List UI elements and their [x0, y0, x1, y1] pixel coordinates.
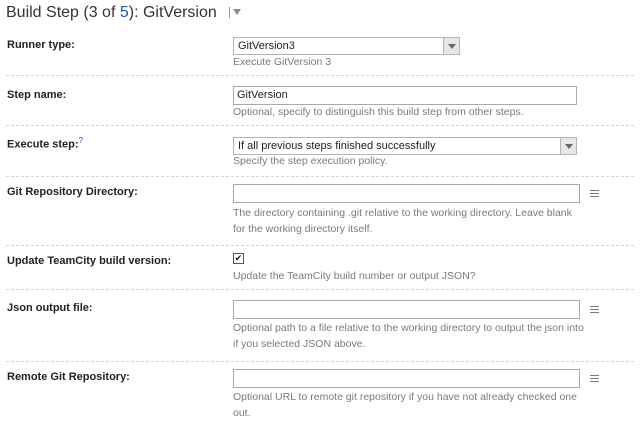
- execute-step-label-text: Execute step:: [7, 138, 79, 151]
- row-divider: [6, 245, 634, 246]
- git-repo-dir-input[interactable]: [233, 184, 580, 203]
- chevron-down-icon[interactable]: [443, 38, 459, 54]
- row-divider: [6, 289, 634, 290]
- update-build-version-checkbox[interactable]: ✔: [233, 253, 244, 264]
- page-title-prefix: Build Step (3 of: [6, 4, 120, 21]
- json-output-hint-line1: Optional path to a file relative to the …: [233, 322, 584, 334]
- execute-step-hint: Specify the step execution policy.: [233, 155, 388, 167]
- runner-type-hint: Execute GitVersion 3: [233, 56, 332, 68]
- runner-type-value: GitVersion3: [238, 40, 295, 52]
- git-repo-dir-hint-line1: The directory containing .git relative t…: [233, 207, 572, 219]
- list-icon[interactable]: [590, 190, 599, 197]
- help-icon[interactable]: ?: [79, 136, 83, 145]
- steps-dropdown-icon[interactable]: [233, 9, 242, 15]
- json-output-input[interactable]: [233, 300, 580, 319]
- chevron-down-icon[interactable]: [560, 138, 576, 154]
- remote-git-repo-input[interactable]: [233, 369, 580, 388]
- row-divider: [6, 176, 634, 177]
- step-name-hint: Optional, specify to distinguish this bu…: [233, 106, 524, 118]
- page-title-suffix: ): GitVersion: [128, 4, 217, 21]
- execute-step-label: Execute step:?: [7, 136, 83, 151]
- update-build-version-hint: Update the TeamCity build number or outp…: [233, 270, 476, 282]
- update-build-version-label: Update TeamCity build version:: [7, 255, 172, 267]
- list-icon[interactable]: [590, 375, 599, 382]
- step-total-link[interactable]: 5: [120, 4, 129, 21]
- git-repo-dir-hint-line2: for the working directory itself.: [233, 223, 373, 235]
- page-title: Build Step (3 of 5): GitVersion: [6, 4, 242, 24]
- step-name-input[interactable]: GitVersion: [233, 86, 577, 105]
- git-repo-dir-label: Git Repository Directory:: [7, 186, 138, 198]
- title-divider: [229, 7, 231, 18]
- step-name-label: Step name:: [7, 89, 67, 101]
- row-divider: [6, 75, 634, 76]
- runner-type-select[interactable]: GitVersion3: [233, 37, 460, 55]
- remote-git-repo-hint-line1: Optional URL to remote git repository if…: [233, 391, 577, 403]
- remote-git-repo-label: Remote Git Repository:: [7, 371, 130, 383]
- remote-git-repo-hint-line2: out.: [233, 407, 251, 419]
- json-output-hint: Optional path to a file relative to the …: [233, 320, 589, 352]
- git-repo-dir-hint: The directory containing .git relative t…: [233, 205, 589, 237]
- row-divider: [6, 125, 634, 126]
- json-output-hint-line2: if you selected JSON above.: [233, 338, 366, 350]
- remote-git-repo-hint: Optional URL to remote git repository if…: [233, 389, 589, 421]
- row-divider: [6, 361, 634, 362]
- list-icon[interactable]: [590, 306, 599, 313]
- runner-type-label: Runner type:: [7, 39, 75, 51]
- execute-step-value: If all previous steps finished successfu…: [238, 140, 436, 152]
- json-output-label: Json output file:: [7, 302, 93, 314]
